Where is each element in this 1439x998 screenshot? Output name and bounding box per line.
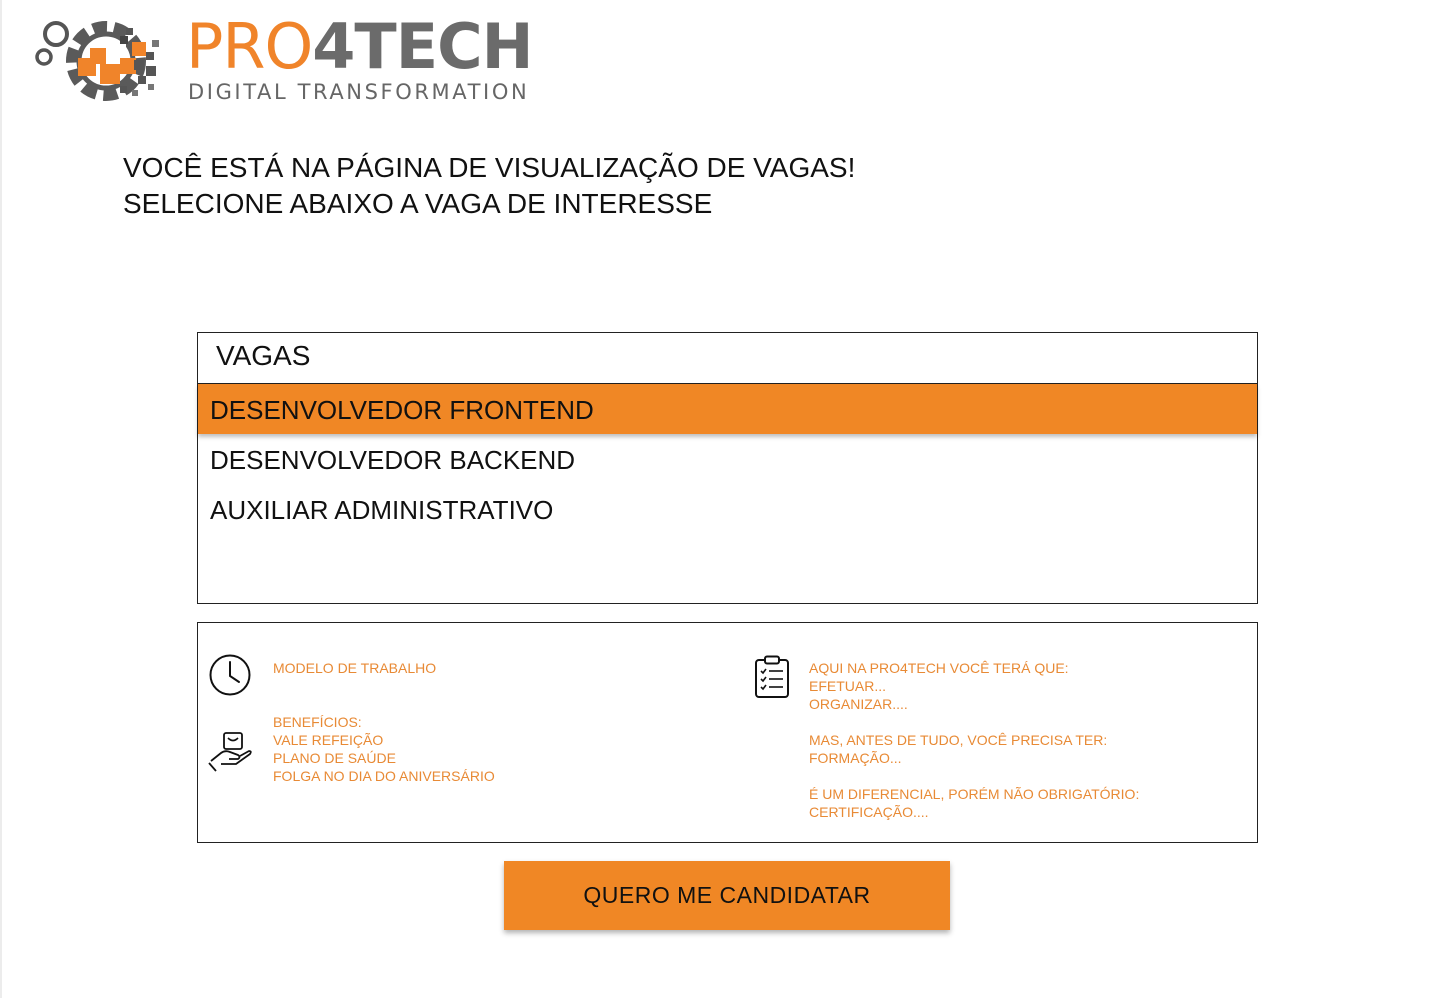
differential-title: É UM DIFERENCIAL, PORÉM NÃO OBRIGATÓRIO: [809,786,1140,802]
responsibility-item: EFETUAR... [809,678,887,694]
heading-line-1: VOCÊ ESTÁ NA PÁGINA DE VISUALIZAÇÃO DE V… [123,152,856,183]
heading-line-2: SELECIONE ABAIXO A VAGA DE INTERESSE [123,188,713,219]
work-model-label: MODELO DE TRABALHO [273,660,437,676]
vaga-item-frontend[interactable]: DESENVOLVEDOR FRONTEND [198,384,1257,434]
brand-name-part1: PRO [186,10,313,83]
benefit-item: PLANO DE SAÚDE [273,750,396,766]
clock-icon [209,654,251,696]
page-heading: VOCÊ ESTÁ NA PÁGINA DE VISUALIZAÇÃO DE V… [123,150,855,222]
brand-tagline: DIGITAL TRANSFORMATION [188,80,530,104]
vagas-list: VAGAS DESENVOLVEDOR FRONTEND DESENVOLVED… [197,332,1258,604]
benefits-title: BENEFÍCIOS: [273,714,362,730]
vaga-item-auxiliar-administrativo[interactable]: AUXILIAR ADMINISTRATIVO [198,484,1257,534]
requirements-text: MAS, ANTES DE TUDO, VOCÊ PRECISA TER: FO… [809,731,1107,767]
responsibility-item: ORGANIZAR.... [809,696,908,712]
vagas-list-header: VAGAS [198,333,1257,384]
gears-pixels-logo-icon [35,21,159,101]
benefits-text: BENEFÍCIOS: VALE REFEIÇÃO PLANO DE SAÚDE… [273,713,495,785]
benefit-item: FOLGA NO DIA DO ANIVERSÁRIO [273,768,495,784]
requirements-title: MAS, ANTES DE TUDO, VOCÊ PRECISA TER: [809,732,1108,748]
apply-button[interactable]: QUERO ME CANDIDATAR [504,861,950,930]
brand-name: PRO4TECH [186,14,533,80]
benefit-item: VALE REFEIÇÃO [273,732,384,748]
requirement-item: FORMAÇÃO... [809,750,902,766]
differential-text: É UM DIFERENCIAL, PORÉM NÃO OBRIGATÓRIO:… [809,785,1139,821]
responsibilities-text: AQUI NA PRO4TECH VOCÊ TERÁ QUE: EFETUAR.… [809,659,1069,713]
brand-logo: PRO4TECH DIGITAL TRANSFORMATION [34,14,554,110]
clipboard-checklist-icon [755,655,789,698]
responsibilities-title: AQUI NA PRO4TECH VOCÊ TERÁ QUE: [809,660,1069,676]
vaga-item-backend[interactable]: DESENVOLVEDOR BACKEND [198,434,1257,484]
vaga-details: MODELO DE TRABALHO BENEFÍCIOS: VALE REFE… [197,622,1258,843]
differential-item: CERTIFICAÇÃO.... [809,804,929,820]
hand-gift-icon [208,732,252,772]
page-edge [0,0,2,998]
brand-name-part2: 4TECH [312,10,533,83]
